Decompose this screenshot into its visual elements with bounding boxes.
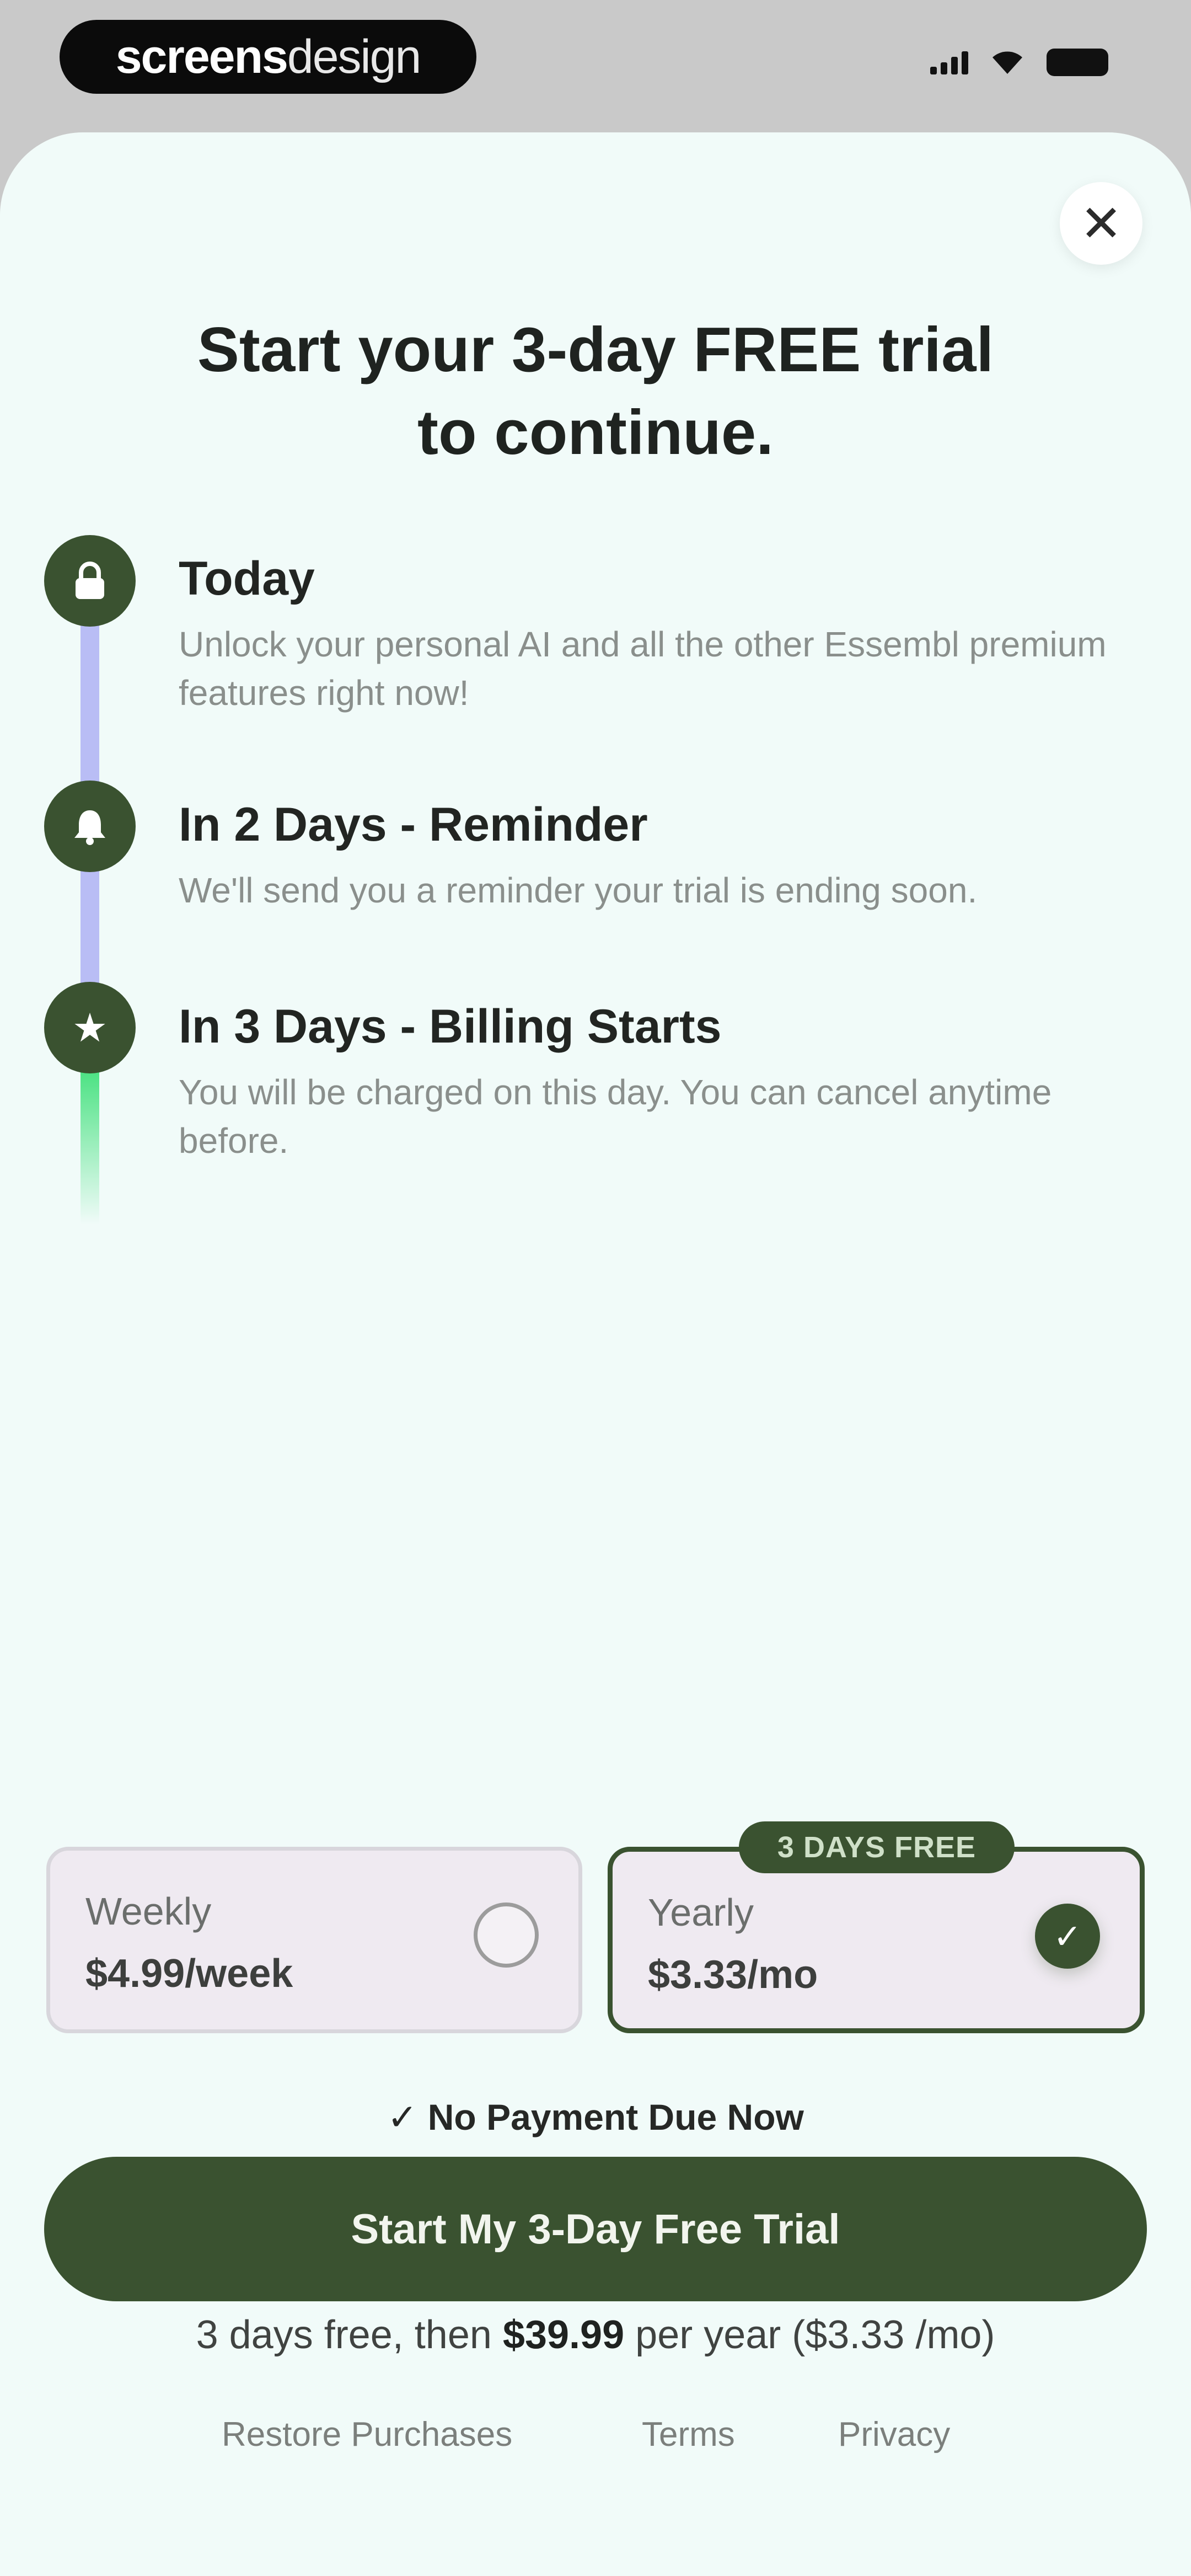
headline-line-1: Start your 3-day FREE trial [197,315,994,385]
status-icons [930,49,1108,76]
close-button[interactable]: ✕ [1060,182,1142,265]
brand-logo-bold: screens [115,30,288,83]
brand-logo-light: design [287,30,421,83]
fine-print-suffix: per year ($3.33 /mo) [624,2313,995,2357]
step-description-billing: You will be charged on this day. You can… [179,1072,1052,1161]
bell-icon [44,781,136,872]
free-trial-badge: 3 DAYS FREE [739,1821,1015,1873]
plan-name-yearly: Yearly [648,1891,754,1934]
plan-option-weekly[interactable]: Weekly $4.99/week [46,1847,582,2033]
lock-icon-glyph [76,562,104,599]
lock-icon [44,535,136,627]
star-icon: ★ [44,982,136,1073]
close-icon: ✕ [1080,195,1123,252]
plan-name-weekly: Weekly [85,1890,212,1933]
star-icon-glyph: ★ [72,1006,108,1050]
paywall-screen: screens design ✕ Start your 3-day FREE tr… [0,0,1191,2576]
brand-logo: screens design [60,20,476,94]
start-trial-button[interactable]: Start My 3-Day Free Trial [44,2157,1147,2301]
pricing-fine-print: 3 days free, then $39.99 per year ($3.33… [0,2312,1191,2358]
paywall-headline: Start your 3-day FREE trial to continue. [99,309,1092,474]
no-payment-notice: ✓ No Payment Due Now [387,2097,804,2137]
bell-icon-glyph [74,810,105,845]
plan-option-yearly[interactable]: Yearly $3.33/mo ✓ [608,1847,1145,2033]
status-bar: screens design [0,0,1191,127]
step-title-today: Today [179,552,315,605]
timeline-rail-fade [81,1059,99,1225]
privacy-link[interactable]: Privacy [838,2415,950,2454]
cellular-signal-icon [930,50,968,74]
checkmark-glyph: ✓ [1053,1917,1082,1956]
battery-icon [1047,49,1108,76]
step-title-billing: In 3 Days - Billing Starts [179,1000,722,1053]
wifi-icon [993,51,1022,74]
step-description-today: Unlock your personal AI and all the othe… [179,624,1107,713]
fine-print-prefix: 3 days free, then [196,2313,503,2357]
headline-line-2: to continue. [417,398,774,468]
start-trial-button-label: Start My 3-Day Free Trial [351,2205,840,2253]
terms-link[interactable]: Terms [642,2415,735,2454]
fine-print-price: $39.99 [502,2313,625,2357]
step-title-reminder: In 2 Days - Reminder [179,798,648,851]
restore-purchases-link[interactable]: Restore Purchases [222,2415,512,2454]
checkmark-icon[interactable]: ✓ [1035,1904,1100,1969]
plan-price-yearly: $3.33/mo [648,1953,818,1997]
plan-price-weekly: $4.99/week [85,1952,293,1996]
radio-unselected-icon[interactable] [474,1902,539,1968]
step-description-reminder: We'll send you a reminder your trial is … [179,870,978,910]
